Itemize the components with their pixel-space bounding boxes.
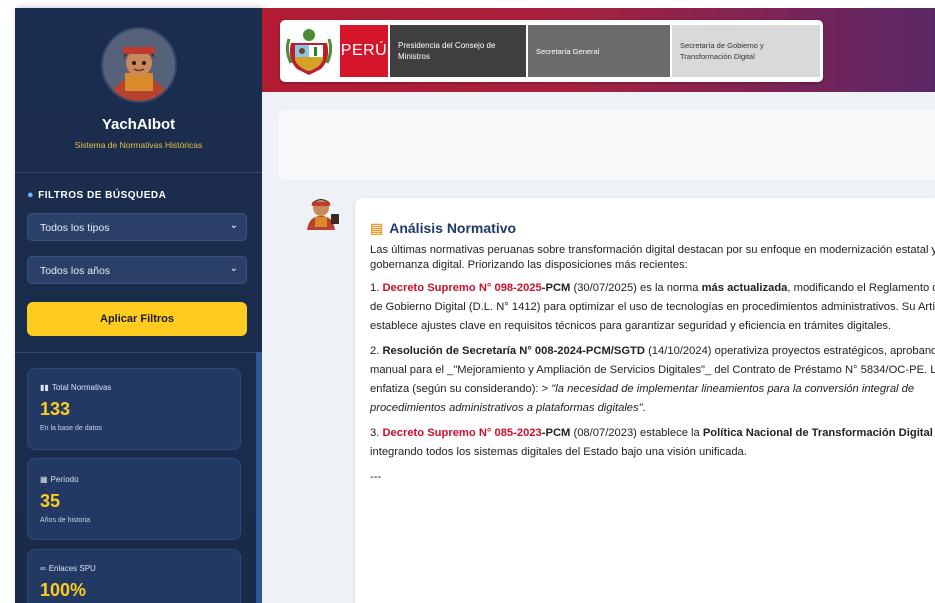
stat-note: En la base de datos <box>40 425 102 432</box>
year-select[interactable]: Todos los años ⌄ <box>27 256 247 284</box>
chevron-down-icon: ⌄ <box>229 220 238 231</box>
message-intro: Las últimas normativas peruanas sobre tr… <box>370 244 935 271</box>
entity-pcm: Presidencia del Consejo de Ministros <box>390 25 526 77</box>
divider <box>15 172 262 173</box>
apply-filters-button[interactable]: Aplicar Filtros <box>27 302 247 336</box>
app-name: YachAIbot <box>101 116 176 133</box>
norm-item-3: 3. Decreto Supremo N° 085-2023-PCM (08/0… <box>370 427 935 458</box>
search-icon: ● <box>27 189 35 201</box>
assistant-avatar-icon <box>305 196 341 232</box>
filters-heading: ● FILTROS DE BÚSQUEDA <box>27 189 167 201</box>
scroll-icon: ▤ <box>370 220 384 236</box>
country-label: PERÚ <box>340 25 388 77</box>
stat-value: 100% <box>40 580 87 600</box>
assistant-message: ▤ Análisis Normativo Las últimas normativ… <box>355 198 935 603</box>
norm-item-2: 2. Resolución de Secretaría N° 008-2024-… <box>370 345 935 414</box>
divider <box>15 352 262 353</box>
gov-logo-strip[interactable]: PERÚ Presidencia del Consejo de Ministro… <box>280 20 823 82</box>
stat-card-links: ∞ Enlaces SPU 100% <box>27 549 241 603</box>
bar-chart-icon: ▮▮ <box>40 383 49 392</box>
type-select[interactable]: Todos los tipos ⌄ <box>27 213 247 241</box>
stat-value: 35 <box>40 491 61 511</box>
entity-sgtd: Secretaría de Gobierno y Transformación … <box>672 25 820 77</box>
stat-value: 133 <box>40 399 71 419</box>
entity-secretaria-general: Secretaría General <box>528 25 670 77</box>
separator-text: --- <box>370 471 382 483</box>
previous-message <box>278 110 935 180</box>
bot-avatar <box>101 27 177 103</box>
link-icon: ∞ <box>40 564 46 573</box>
coat-of-arms-icon <box>283 25 335 77</box>
chevron-down-icon: ⌄ <box>229 263 238 274</box>
header-banner: PERÚ Presidencia del Consejo de Ministro… <box>262 8 935 92</box>
message-title: ▤ Análisis Normativo <box>370 220 517 236</box>
stat-note: Años de historia <box>40 517 91 524</box>
norm-item-1: 1. Decreto Supremo N° 098-2025-PCM (30/0… <box>370 282 935 332</box>
chat-area: ▤ Análisis Normativo Las últimas normativ… <box>262 92 935 603</box>
calendar-icon: ▦ <box>40 475 48 484</box>
app-subtitle: Sistema de Normativas Históricas <box>74 140 203 150</box>
sidebar: YachAIbot Sistema de Normativas Históric… <box>15 8 262 603</box>
stat-card-period: ▦ Período 35 Años de historia <box>27 458 241 540</box>
stat-card-total: ▮▮ Total Normativas 133 En la base de dat… <box>27 368 241 450</box>
